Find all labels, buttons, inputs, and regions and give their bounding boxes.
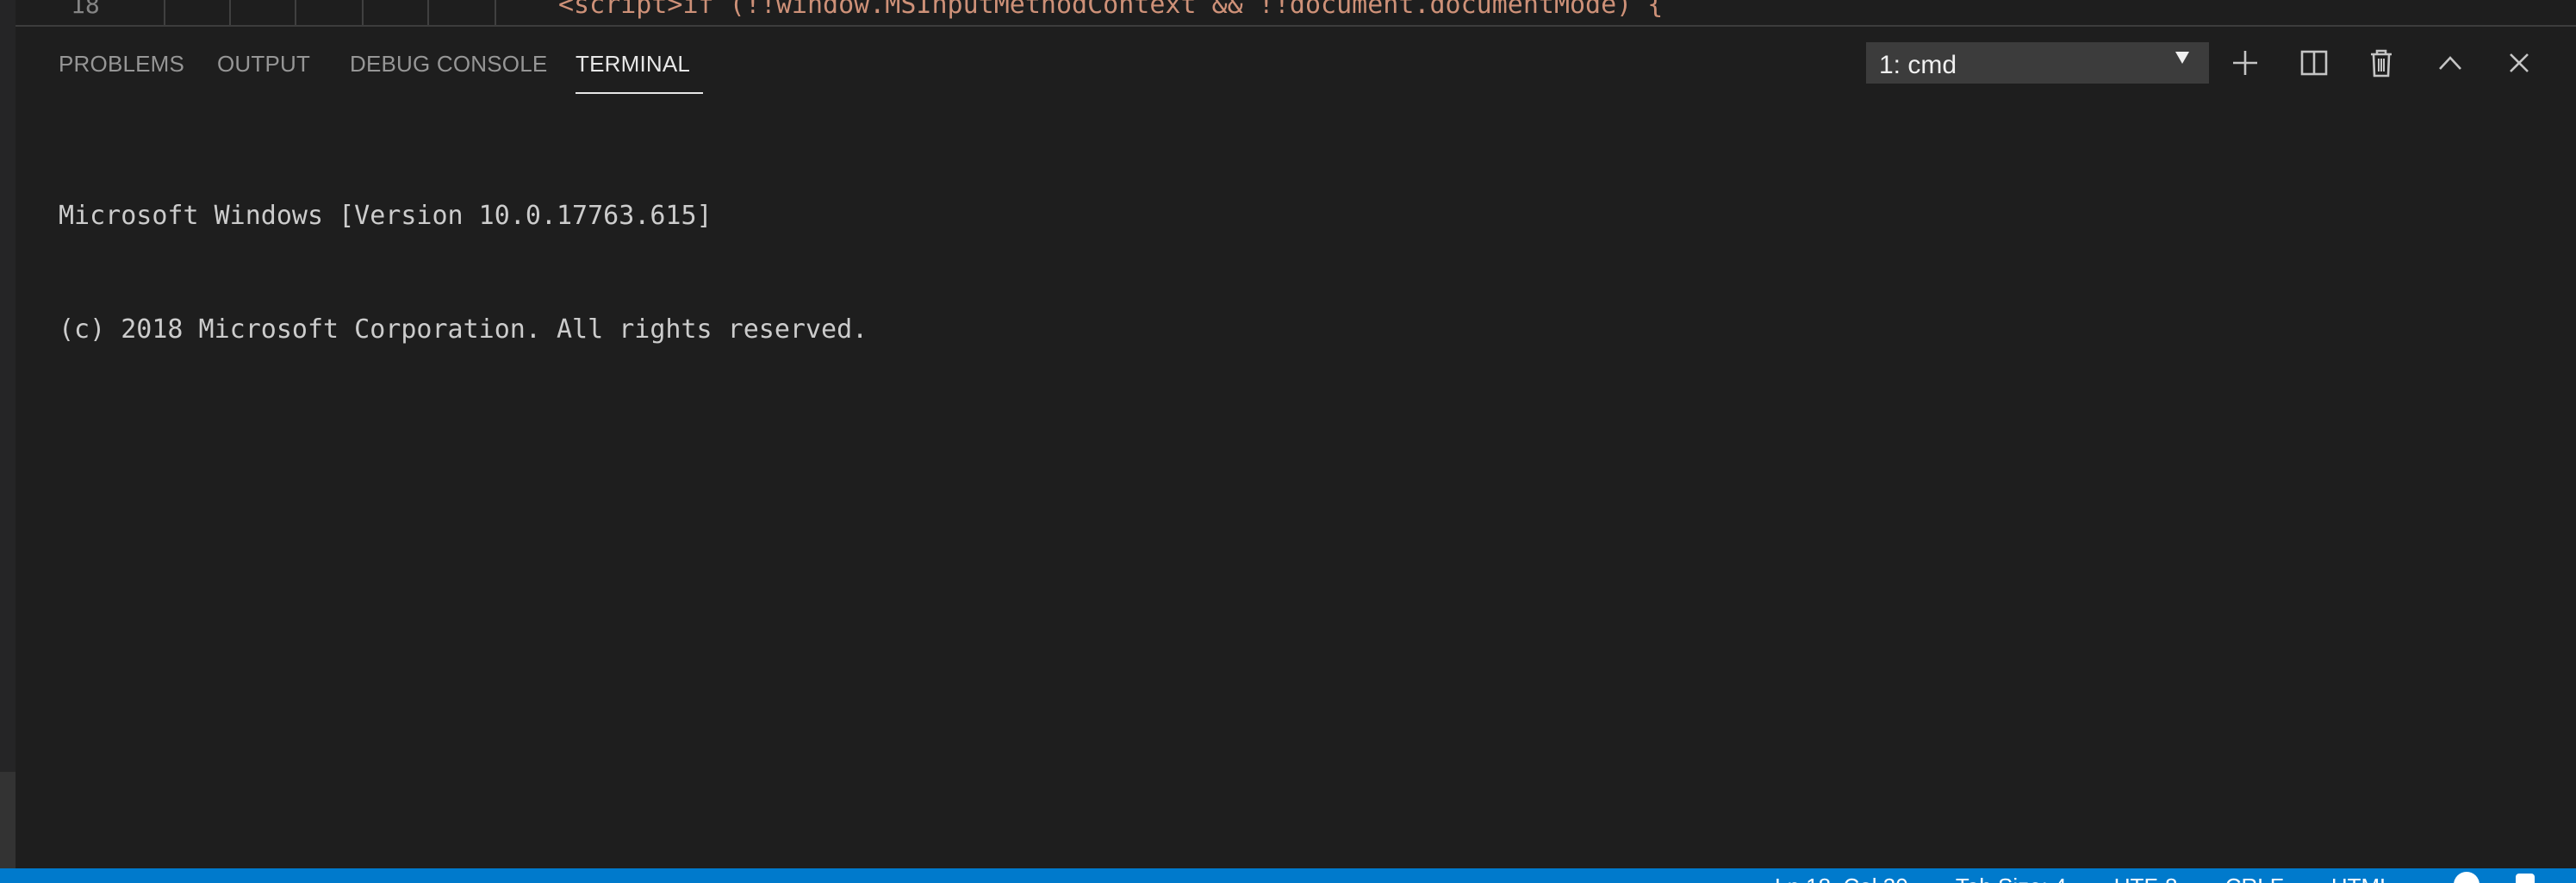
status-items: Ln 18, Col 30 Tab Size: 4 UTF-8 CRLF HTM… [1775, 874, 2434, 883]
terminal-output[interactable]: Microsoft Windows [Version 10.0.17763.61… [59, 121, 868, 425]
plus-icon [2233, 51, 2257, 75]
vscode-window: 18 <script>if (!!window.MSInputMethodCon… [0, 0, 2576, 883]
line-number: 18 [71, 0, 100, 19]
status-line-ending[interactable]: CRLF [2225, 874, 2284, 883]
terminal-line: Microsoft Windows [Version 10.0.17763.61… [59, 201, 712, 231]
editor-area[interactable]: 18 <script>if (!!window.MSInputMethodCon… [0, 0, 2576, 26]
code-line[interactable]: <script>if (!!window.MSInputMethodContex… [558, 0, 1663, 22]
split-icon [2300, 50, 2328, 76]
status-tab-size[interactable]: Tab Size: 4 [1956, 874, 2067, 883]
close-icon [2510, 53, 2529, 72]
bottom-panel: PROBLEMS OUTPUT DEBUG CONSOLE TERMINAL 1… [16, 27, 2576, 868]
tab-terminal[interactable]: TERMINAL [576, 51, 690, 78]
maximize-panel-button[interactable] [2433, 46, 2467, 80]
dropdown-arrow-icon [2175, 52, 2189, 64]
close-panel-button[interactable] [2502, 46, 2536, 80]
terminal-selector[interactable]: 1: cmd [1866, 42, 2209, 84]
terminal-line: (c) 2018 Microsoft Corporation. All righ… [59, 314, 868, 345]
indent-guide [164, 0, 165, 26]
indent-guide [362, 0, 364, 26]
status-language-mode[interactable]: HTML [2331, 874, 2392, 883]
indent-guide [427, 0, 429, 26]
feedback-icon[interactable] [2454, 872, 2480, 883]
terminal-selector-value: 1: cmd [1879, 51, 1957, 79]
trash-icon [2371, 49, 2392, 78]
status-bar: Ln 18, Col 30 Tab Size: 4 UTF-8 CRLF HTM… [0, 868, 2576, 883]
split-terminal-button[interactable] [2297, 46, 2331, 80]
tab-output[interactable]: OUTPUT [217, 51, 310, 78]
notification-icon[interactable] [2516, 874, 2535, 883]
scrollbar-thumb[interactable] [0, 772, 16, 868]
kill-terminal-button[interactable] [2364, 46, 2399, 80]
activity-edge [0, 0, 16, 868]
new-terminal-button[interactable] [2228, 46, 2262, 80]
chevron-up-icon [2439, 56, 2461, 70]
tab-problems[interactable]: PROBLEMS [59, 51, 184, 78]
indent-guide [229, 0, 231, 26]
active-tab-indicator [576, 92, 703, 94]
indent-guide [295, 0, 296, 26]
status-encoding[interactable]: UTF-8 [2114, 874, 2178, 883]
status-cursor-position[interactable]: Ln 18, Col 30 [1775, 874, 1908, 883]
indent-guide [495, 0, 496, 26]
tab-debug-console[interactable]: DEBUG CONSOLE [350, 51, 547, 78]
